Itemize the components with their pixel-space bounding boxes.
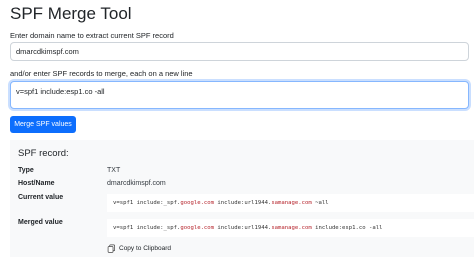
merged-value-text-3: include:esp1.co -all xyxy=(311,225,383,231)
type-key: Type xyxy=(18,167,34,174)
host-key: Host/Name xyxy=(18,180,55,187)
spf-merge-page: SPF Merge Tool Enter domain name to extr… xyxy=(0,0,474,257)
copy-to-clipboard-label: Copy to Clipboard xyxy=(119,245,172,252)
records-label: and/or enter SPF records to merge, each … xyxy=(10,69,193,78)
current-value-key: Current value xyxy=(18,194,64,201)
current-value-domain-2: samanage.com xyxy=(271,200,312,206)
current-value-domain-1: google.com xyxy=(180,200,215,206)
merged-value-text-1: v=spf1 include:_spf. xyxy=(113,225,181,231)
result-panel: SPF record: Type TXT Host/Name dmarcdkim… xyxy=(10,140,474,257)
merged-value-domain-2: samanage.com xyxy=(271,225,312,231)
domain-input[interactable]: dmarcdkimspf.com xyxy=(10,42,469,61)
current-value-text-2: include:url1944. xyxy=(214,200,272,206)
merged-value-code: v=spf1 include:_spf.google.com include:u… xyxy=(107,219,474,237)
page-title: SPF Merge Tool xyxy=(10,4,132,23)
merged-value-key: Merged value xyxy=(18,219,63,226)
merge-spf-button[interactable]: Merge SPF values xyxy=(10,116,76,133)
current-value-code: v=spf1 include:_spf.google.com include:u… xyxy=(107,194,474,212)
current-value-text-1: v=spf1 include:_spf. xyxy=(113,200,181,206)
clipboard-icon xyxy=(107,244,116,253)
result-title: SPF record: xyxy=(18,148,69,159)
spf-records-textarea[interactable]: v=spf1 include:esp1.co -all xyxy=(10,81,469,109)
type-value: TXT xyxy=(107,167,121,174)
current-value-text-3: ~all xyxy=(311,200,329,206)
merged-value-domain-1: google.com xyxy=(180,225,215,231)
host-value: dmarcdkimspf.com xyxy=(107,180,166,187)
merged-value-text-2: include:url1944. xyxy=(214,225,272,231)
copy-to-clipboard-button[interactable]: Copy to Clipboard xyxy=(107,244,171,253)
domain-label: Enter domain name to extract current SPF… xyxy=(10,31,174,40)
